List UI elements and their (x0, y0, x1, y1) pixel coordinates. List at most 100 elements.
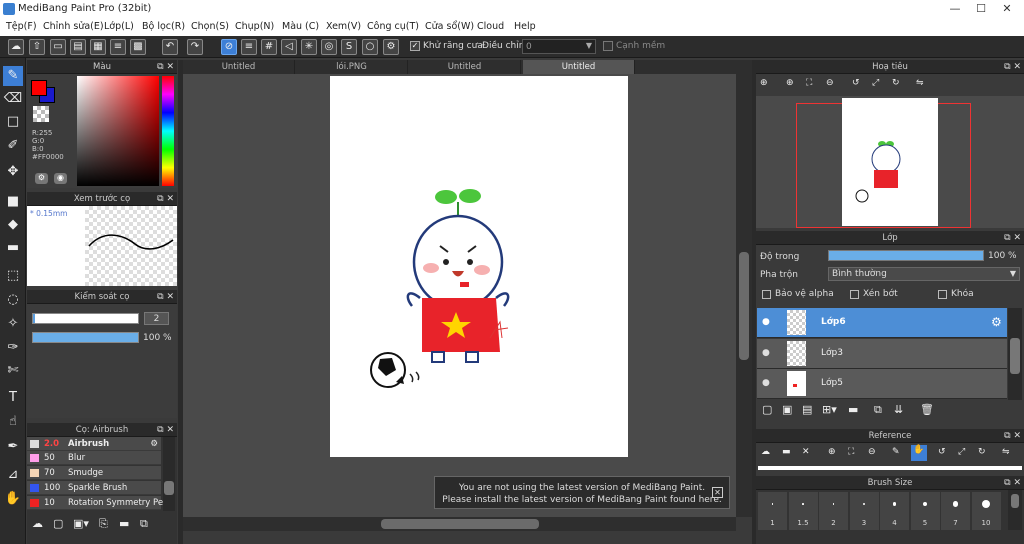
brush-size-cell[interactable]: 10 (971, 492, 1001, 530)
layer-row-3[interactable]: ● Lớp3 (757, 339, 1007, 369)
new-brush-icon[interactable]: ▢ (53, 517, 63, 530)
hue-slider[interactable] (162, 76, 174, 186)
undo-icon[interactable]: ↶ (162, 39, 178, 55)
palette-icon[interactable]: ⚙ (35, 173, 48, 184)
brush-size-value[interactable]: 2 (144, 312, 169, 325)
brush-tool-icon[interactable]: ✎ (3, 66, 23, 86)
flip-icon[interactable]: ⇋ (916, 78, 924, 88)
divide-tool-icon[interactable]: ✒ (3, 437, 23, 457)
eyedropper-icon[interactable]: ✎ (892, 447, 900, 457)
folder-icon[interactable]: ▬ (119, 517, 129, 530)
tab-untitled-2[interactable]: Untitled (409, 60, 521, 74)
dot-tool-icon[interactable]: ✐ (3, 136, 23, 156)
menu-filter[interactable]: Bộ lọc(R) (142, 21, 185, 32)
tab-untitled-1[interactable]: Untitled (183, 60, 295, 74)
minimize-icon[interactable]: — (942, 0, 968, 18)
new-layer-icon[interactable]: ▢ (762, 403, 772, 416)
brush-size-cell[interactable]: 5 (910, 492, 940, 530)
merge-layer-icon[interactable]: ⇊ (894, 403, 903, 416)
eye-icon[interactable]: ● (762, 317, 770, 327)
menu-capture[interactable]: Chụp(N) (235, 21, 274, 32)
panel-float-close-icon[interactable]: ⧉ ✕ (1004, 60, 1021, 74)
doc-icon[interactable]: ▦ (90, 39, 106, 55)
list-icon[interactable]: ≡ (110, 39, 126, 55)
gear-icon[interactable]: ⚙ (991, 315, 1002, 329)
duplicate-icon[interactable]: ⧉ (140, 517, 148, 531)
cloud-icon[interactable]: ☁ (8, 39, 24, 55)
select-rect-tool-icon[interactable]: ⬚ (3, 266, 23, 286)
primary-color-swatch[interactable] (31, 80, 47, 96)
gradient-tool-icon[interactable]: ▬ (3, 238, 23, 258)
color-wheel-icon[interactable]: ◉ (54, 173, 67, 184)
perspective-snap-icon[interactable]: ◁ (281, 39, 297, 55)
no-snap-icon[interactable]: ⊘ (221, 39, 237, 55)
brush-list-scrollbar[interactable] (163, 437, 175, 511)
brush-size-cell[interactable]: 4 (880, 492, 909, 530)
fit-icon[interactable]: ⤢ (872, 78, 879, 88)
delete-layer-icon[interactable]: 🗑 (920, 403, 934, 416)
duplicate-layer-icon[interactable]: ⧉ (874, 403, 882, 417)
color-picker-square[interactable] (77, 76, 159, 186)
zoom-out-icon[interactable]: ⊖ (826, 78, 834, 88)
fit-window-icon[interactable]: ⛶ (806, 78, 812, 88)
panel-float-close-icon[interactable]: ⧉ ✕ (1004, 476, 1021, 490)
eyedropper-tool-icon[interactable]: ⊿ (3, 465, 23, 485)
canvas-paper[interactable] (330, 76, 628, 457)
brush-size-scrollbar[interactable] (1008, 490, 1022, 530)
blend-dropdown[interactable]: Bình thường ▼ (828, 267, 1020, 281)
panel-float-close-icon[interactable]: ⧉ ✕ (1004, 231, 1021, 245)
layer-opacity-slider[interactable] (828, 250, 984, 261)
update-notice[interactable]: You are not using the latest version of … (434, 476, 730, 509)
zoom-in-icon[interactable]: ⊕ (786, 78, 794, 88)
concentric-snap-icon[interactable]: ◎ (321, 39, 337, 55)
menu-color[interactable]: Màu (C) (282, 21, 319, 32)
menu-file[interactable]: Tệp(F) (6, 21, 37, 32)
brush-item-smudge[interactable]: 70 Smudge (27, 466, 161, 480)
curve-snap-icon[interactable]: S (341, 39, 357, 55)
transparent-swatch[interactable] (33, 106, 49, 122)
brush-item-blur[interactable]: 50 Blur (27, 451, 161, 465)
eraser-tool-icon[interactable]: ⌫ (3, 89, 23, 109)
tab-loi-png[interactable]: lói.PNG (296, 60, 408, 74)
rectangle-tool-icon[interactable]: □ (3, 112, 23, 132)
layer-scrollbar[interactable] (1008, 308, 1022, 400)
maximize-icon[interactable]: ☐ (968, 0, 994, 18)
parallel-snap-icon[interactable]: ≡ (241, 39, 257, 55)
circle-snap-icon[interactable]: ○ (362, 39, 378, 55)
operation-tool-icon[interactable]: ☝ (3, 412, 23, 432)
lasso-tool-icon[interactable]: ◌ (3, 290, 23, 310)
rotate-left-icon[interactable]: ↺ (852, 78, 860, 88)
menu-help[interactable]: Help (514, 21, 536, 32)
brush-opacity-slider[interactable] (32, 332, 139, 343)
soft-edge-checkbox[interactable] (603, 41, 613, 51)
menu-layer[interactable]: Lớp(L) (104, 21, 134, 32)
protect-alpha-checkbox[interactable] (762, 290, 771, 299)
lock-checkbox[interactable] (938, 290, 947, 299)
zoom-fit-icon[interactable]: ⊕ (760, 78, 768, 88)
menu-cloud[interactable]: Cloud (477, 21, 504, 32)
brush-size-slider[interactable] (32, 313, 139, 324)
menu-edit[interactable]: Chỉnh sửa(E) (43, 21, 104, 32)
hand-tool-icon[interactable]: ✋ (3, 489, 23, 509)
gear-icon[interactable]: ⚙ (150, 437, 158, 451)
brush-size-cell[interactable]: 3 (849, 492, 879, 530)
new-8bit-layer-icon[interactable]: ▤ (802, 403, 812, 416)
grid-snap-icon[interactable]: # (261, 39, 277, 55)
fit-icon[interactable]: ⤢ (958, 447, 965, 457)
zoom-in-icon[interactable]: ⊕ (828, 447, 836, 457)
cloud-brush-icon[interactable]: ☁ (32, 517, 43, 530)
menu-tools[interactable]: Công cụ(T) (367, 21, 419, 32)
move-tool-icon[interactable]: ✥ (3, 162, 23, 182)
brush-size-cell[interactable]: 2 (819, 492, 848, 530)
vertical-scrollbar[interactable] (736, 74, 752, 517)
zoom-out-icon[interactable]: ⊖ (868, 447, 876, 457)
upload-icon[interactable]: ⇧ (29, 39, 45, 55)
open-file-icon[interactable]: ▬ (782, 447, 791, 457)
close-icon[interactable]: ✕ (994, 0, 1020, 18)
grid-icon[interactable]: ▩ (130, 39, 146, 55)
adjust-dropdown[interactable]: 0 ▼ (522, 39, 596, 54)
comment-icon[interactable]: ▤ (70, 39, 86, 55)
layer-row-6[interactable]: ● Lớp6 ⚙ (757, 308, 1007, 338)
chat-icon[interactable]: ▭ (50, 39, 66, 55)
add-brush-icon[interactable]: ▣▾ (73, 517, 89, 530)
